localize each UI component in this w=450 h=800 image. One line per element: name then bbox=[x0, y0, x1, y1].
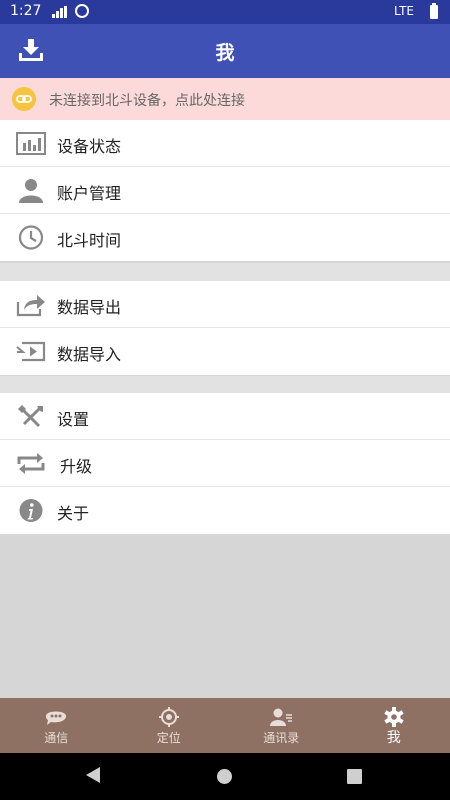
menu-item-beidou-time[interactable]: 北斗时间 bbox=[0, 214, 450, 261]
menu-item-settings[interactable]: 设置 bbox=[0, 393, 450, 440]
sync-icon bbox=[75, 4, 89, 18]
link-icon bbox=[12, 87, 36, 111]
signal-icon bbox=[52, 6, 67, 18]
menu-item-label: 数据导出 bbox=[57, 298, 122, 317]
menu-item-upgrade[interactable]: 升级 bbox=[0, 440, 450, 487]
connect-banner-text: 未连接到北斗设备，点此处连接 bbox=[49, 93, 245, 109]
location-icon bbox=[158, 707, 179, 727]
menu-item-label: 北斗时间 bbox=[57, 231, 122, 250]
app-bar: 我 bbox=[0, 24, 450, 78]
menu-item-account[interactable]: 账户管理 bbox=[0, 167, 450, 214]
nav-label: 我 bbox=[386, 730, 401, 746]
menu-item-label: 设备状态 bbox=[57, 137, 122, 156]
back-icon[interactable] bbox=[86, 767, 100, 783]
tools-icon bbox=[18, 405, 43, 428]
menu-item-label: 账户管理 bbox=[57, 184, 122, 203]
nav-label: 通讯录 bbox=[263, 731, 300, 745]
menu-item-label: 关于 bbox=[57, 504, 90, 523]
menu-item-label: 数据导入 bbox=[57, 345, 122, 364]
menu-group-data: 数据导出 数据导入 bbox=[0, 281, 450, 375]
nav-label: 定位 bbox=[156, 731, 181, 745]
page-title: 我 bbox=[215, 42, 235, 64]
contacts-icon bbox=[270, 708, 293, 726]
battery-icon bbox=[430, 3, 438, 19]
menu-group-system: 设置 升级 关于 bbox=[0, 393, 450, 534]
menu-item-label: 设置 bbox=[57, 410, 90, 429]
gear-icon bbox=[384, 707, 404, 727]
info-icon bbox=[19, 499, 43, 522]
clock-icon bbox=[18, 225, 44, 250]
nav-item-contacts[interactable]: 通讯录 bbox=[225, 698, 338, 753]
menu-item-device-status[interactable]: 设备状态 bbox=[0, 120, 450, 167]
system-nav-bar bbox=[0, 753, 450, 800]
home-icon[interactable] bbox=[217, 769, 232, 784]
status-time: 1:27 bbox=[10, 3, 42, 19]
chart-icon bbox=[16, 132, 46, 155]
nav-item-messages[interactable]: 通信 bbox=[0, 698, 113, 753]
share-icon bbox=[16, 295, 45, 317]
recent-apps-icon[interactable] bbox=[347, 769, 362, 784]
import-icon bbox=[16, 341, 46, 362]
section-divider bbox=[0, 263, 450, 281]
menu-group-device: 设备状态 账户管理 北斗时间 bbox=[0, 120, 450, 261]
nav-item-me[interactable]: 我 bbox=[338, 698, 450, 753]
menu-item-label: 升级 bbox=[60, 457, 93, 476]
section-divider bbox=[0, 376, 450, 393]
connect-banner[interactable]: 未连接到北斗设备，点此处连接 bbox=[0, 78, 450, 120]
person-icon bbox=[19, 179, 43, 203]
network-type: LTE bbox=[394, 4, 414, 18]
menu-item-data-export[interactable]: 数据导出 bbox=[0, 281, 450, 328]
menu-item-about[interactable]: 关于 bbox=[0, 487, 450, 534]
menu-item-data-import[interactable]: 数据导入 bbox=[0, 328, 450, 375]
status-bar: 1:27 LTE bbox=[0, 0, 450, 24]
refresh-icon bbox=[17, 453, 45, 474]
nav-item-location[interactable]: 定位 bbox=[113, 698, 226, 753]
chat-icon bbox=[46, 711, 67, 725]
nav-label: 通信 bbox=[44, 731, 69, 745]
bottom-nav: 通信 定位 通讯录 我 bbox=[0, 698, 450, 753]
